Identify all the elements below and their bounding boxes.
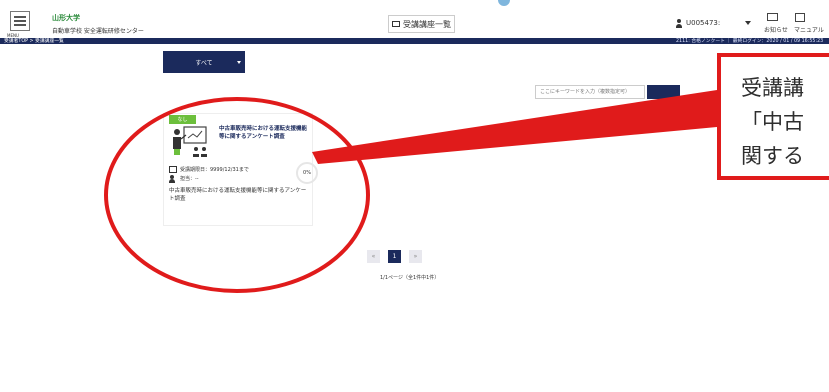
person-icon	[169, 175, 175, 183]
breadcrumb[interactable]: 受講者TOP > 受講講座一覧	[4, 37, 64, 44]
search-input[interactable]	[535, 85, 645, 99]
annotation-overlay	[104, 90, 717, 293]
mail-icon[interactable]	[767, 13, 778, 21]
annotation-line-3: 関する	[741, 144, 804, 168]
calendar-icon	[169, 166, 177, 173]
user-icon	[676, 18, 682, 28]
annotation-line-2: 「中古	[741, 110, 804, 134]
logo-subtitle: 自動車学校 安全運転研修センター	[52, 28, 144, 35]
logo-main: 山形大学	[52, 14, 80, 22]
chevron-down-icon[interactable]	[745, 21, 751, 25]
login-info: 2111: 合格ノンクート ｜ 最終ログイン：2020 / 01 / 09 16…	[676, 39, 824, 44]
monitor-icon	[392, 21, 400, 27]
notice-label[interactable]: お知らせ	[764, 25, 788, 34]
manual-label[interactable]: マニュアル	[794, 25, 824, 34]
category-filter-dropdown[interactable]: すべて	[163, 51, 245, 73]
course-deadline: 受講期限日：9999/12/31まで	[180, 167, 249, 173]
user-id: U005473:	[686, 19, 721, 27]
user-menu-button[interactable]: U005473:	[676, 14, 753, 32]
progress-circle: 0%	[296, 162, 318, 184]
course-description: 中古車販売時における運転支援機能等に関するアンケート調査	[169, 188, 307, 202]
chevron-down-icon	[237, 61, 241, 64]
pagination-next-button[interactable]: »	[409, 250, 422, 263]
lecture-icon	[173, 126, 207, 157]
annotation-line-1: 受講講	[741, 76, 804, 100]
pagination-current-page[interactable]: 1	[388, 250, 401, 263]
course-title[interactable]: 中古車販売時における運転支援機能等に関するアンケート調査	[219, 125, 311, 141]
pagination-info: 1/1ページ（全1件中1件）	[380, 275, 440, 281]
hamburger-menu-icon[interactable]	[10, 11, 30, 31]
annotation-callout-text: 受講講 「中古 関する	[741, 71, 804, 173]
course-list-label: 受講講座一覧	[403, 19, 451, 29]
course-list-button[interactable]: 受講講座一覧	[388, 15, 455, 33]
pagination-prev-button[interactable]: «	[367, 250, 380, 263]
course-owner: 担当：--	[180, 176, 199, 182]
book-icon[interactable]	[795, 13, 805, 22]
search-button[interactable]	[647, 85, 680, 99]
status-badge: なし	[169, 115, 196, 124]
filter-selected-value: すべて	[195, 59, 213, 67]
